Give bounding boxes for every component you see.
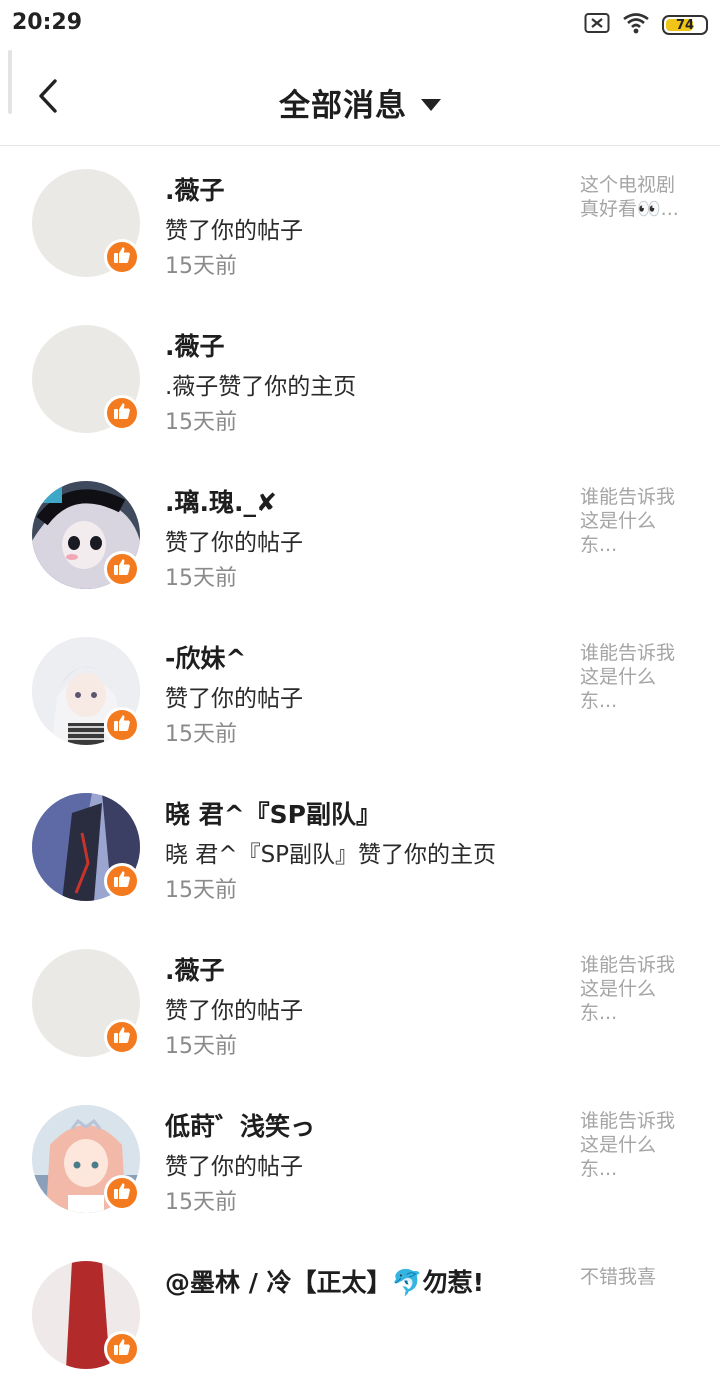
- notification-action: 赞了你的帖子: [165, 686, 303, 712]
- like-badge: [104, 707, 140, 743]
- post-preview[interactable]: 谁能告诉我这是什么东...: [580, 485, 690, 557]
- post-preview[interactable]: 谁能告诉我这是什么东...: [580, 1109, 690, 1181]
- notification-row[interactable]: ­­.薇子 赞了你的帖子 15天前 这个电视剧真好看👀...: [0, 147, 720, 303]
- header: 全部消息: [0, 50, 720, 146]
- status-icons: 74: [584, 12, 708, 38]
- notification-row[interactable]: ­­.薇子 赞了你的帖子 15天前 谁能告诉我这是什么东...: [0, 927, 720, 1083]
- status-bar: 20:29 74: [0, 0, 720, 50]
- thumbs-up-icon: [113, 558, 131, 580]
- title-dropdown[interactable]: 全部消息: [0, 80, 720, 125]
- post-preview[interactable]: 谁能告诉我这是什么东...: [580, 641, 690, 713]
- notification-row[interactable]: 低莳゛浅笑っ 赞了你的帖子 15天前 谁能告诉我这是什么东...: [0, 1083, 720, 1239]
- notification-action: ­­.薇子赞了你的主页: [165, 374, 357, 400]
- sender-name[interactable]: @墨林 / 冷【正太】🐬勿惹!: [165, 1263, 484, 1299]
- notification-action: 赞了你的帖子: [165, 530, 303, 556]
- sender-name[interactable]: 低莳゛浅笑っ: [165, 1107, 315, 1143]
- status-time: 20:29: [12, 10, 83, 35]
- thumbs-up-icon: [113, 870, 131, 892]
- notification-time: 15天前: [165, 1034, 237, 1059]
- like-badge: [104, 1019, 140, 1055]
- notification-time: 15天前: [165, 254, 237, 279]
- notification-action: 晓 君^『SP副队』赞了你的主页: [165, 842, 497, 868]
- page-title: 全部消息: [279, 88, 407, 124]
- post-preview[interactable]: 这个电视剧真好看👀...: [580, 173, 690, 221]
- thumbs-up-icon: [113, 402, 131, 424]
- notification-action: 赞了你的帖子: [165, 1154, 303, 1180]
- notification-time: 15天前: [165, 410, 237, 435]
- caret-down-icon: [421, 98, 441, 111]
- like-badge: [104, 551, 140, 587]
- notification-action: 赞了你的帖子: [165, 998, 303, 1024]
- notification-row[interactable]: ­­.薇子 ­­.薇子赞了你的主页 15天前: [0, 303, 720, 459]
- like-badge: [104, 1331, 140, 1367]
- like-badge: [104, 1175, 140, 1211]
- notification-time: 15天前: [165, 566, 237, 591]
- battery-icon: 74: [662, 15, 708, 35]
- sender-name[interactable]: ­­.薇子: [165, 327, 225, 363]
- wifi-icon: [622, 12, 650, 38]
- notification-time: 15天前: [165, 1190, 237, 1215]
- thumbs-up-icon: [113, 246, 131, 268]
- notification-time: 15天前: [165, 878, 237, 903]
- sender-name[interactable]: ­­.薇子: [165, 171, 225, 207]
- post-preview[interactable]: 不错我喜: [580, 1265, 690, 1289]
- no-sim-icon: [584, 12, 610, 38]
- battery-level-text: 74: [675, 17, 695, 33]
- sender-name[interactable]: ­.璃.瑰._✘: [165, 483, 277, 519]
- notification-time: 15天前: [165, 722, 237, 747]
- sender-name[interactable]: -欣妹^: [165, 639, 246, 675]
- like-badge: [104, 239, 140, 275]
- notification-row[interactable]: @墨林 / 冷【正太】🐬勿惹! 不错我喜: [0, 1239, 720, 1395]
- notification-row[interactable]: ­.璃.瑰._✘ 赞了你的帖子 15天前 谁能告诉我这是什么东...: [0, 459, 720, 615]
- thumbs-up-icon: [113, 1338, 131, 1360]
- notification-action: 赞了你的帖子: [165, 218, 303, 244]
- thumbs-up-icon: [113, 714, 131, 736]
- like-badge: [104, 395, 140, 431]
- post-preview[interactable]: 谁能告诉我这是什么东...: [580, 953, 690, 1025]
- thumbs-up-icon: [113, 1026, 131, 1048]
- thumbs-up-icon: [113, 1182, 131, 1204]
- notification-row[interactable]: -欣妹^ 赞了你的帖子 15天前 谁能告诉我这是什么东...: [0, 615, 720, 771]
- sender-name[interactable]: ­­.薇子: [165, 951, 225, 987]
- like-badge: [104, 863, 140, 899]
- notification-row[interactable]: 晓 君^『SP副队』 晓 君^『SP副队』赞了你的主页 15天前: [0, 771, 720, 927]
- sender-name[interactable]: 晓 君^『SP副队』: [165, 795, 381, 831]
